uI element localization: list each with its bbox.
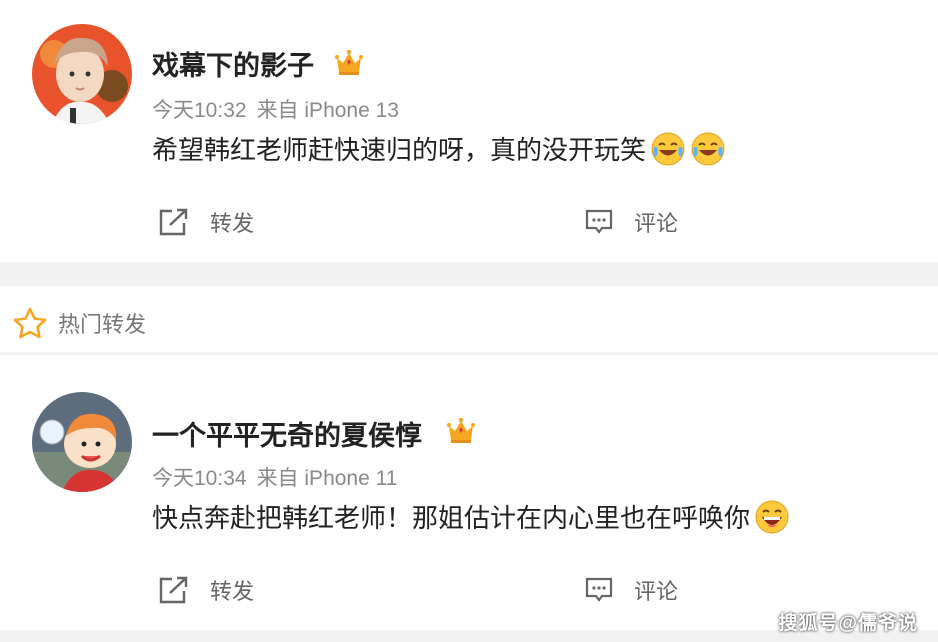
post-meta: 今天10:34 来自 iPhone 11 [152, 462, 397, 492]
comment-text: 希望韩红老师赶快速归的呀，真的没开玩笑 [152, 130, 726, 167]
hot-repost-label: 热门转发 [58, 312, 147, 337]
avatar[interactable] [32, 24, 132, 124]
repost-button[interactable]: 转发 [158, 206, 254, 238]
post-meta: 今天10:32 来自 iPhone 13 [152, 94, 399, 124]
username[interactable]: 戏幕下的影子 [152, 44, 314, 83]
repost-button[interactable]: 转发 [158, 574, 254, 606]
avatar[interactable] [32, 392, 132, 492]
share-icon [159, 208, 188, 236]
post-time: 今天10:32 [152, 99, 247, 122]
laugh-cry-emoji-icon [691, 132, 725, 165]
laugh-cry-emoji-icon [651, 132, 685, 165]
watermark: 搜狐号@儒爷说 [778, 613, 918, 634]
comment-button[interactable]: 评论 [584, 206, 678, 238]
comment-card-1: 戏幕下的影子 今天10:32 来自 iPhone 13 希望韩红老师赶快速归的呀，… [0, 0, 938, 262]
comment-body: 快点奔赴把韩红老师！那姐估计在内心里也在呼唤你 [152, 503, 751, 533]
hot-repost-header: 热门转发 [12, 306, 146, 340]
crown-badge-icon [335, 49, 363, 75]
star-outline-icon [13, 307, 47, 339]
thin-divider [0, 352, 938, 355]
comment-label: 评论 [634, 211, 679, 236]
repost-label: 转发 [210, 579, 255, 604]
username[interactable]: 一个平平无奇的夏侯惇 [152, 414, 422, 453]
post-source: 来自 iPhone 13 [256, 99, 399, 122]
comment-button[interactable]: 评论 [584, 574, 678, 606]
comment-body: 希望韩红老师赶快速归的呀，真的没开玩笑 [152, 135, 647, 165]
share-icon [159, 576, 188, 604]
comment-text: 快点奔赴把韩红老师！那姐估计在内心里也在呼唤你 [152, 498, 790, 535]
comment-icon [585, 209, 613, 234]
post-time: 今天10:34 [152, 467, 247, 490]
comment-label: 评论 [634, 579, 679, 604]
comment-icon [585, 577, 613, 602]
section-divider [0, 262, 938, 286]
crown-badge-icon [447, 417, 475, 443]
post-source: 来自 iPhone 11 [256, 467, 398, 490]
grin-emoji-icon [755, 500, 789, 533]
repost-label: 转发 [210, 211, 255, 236]
